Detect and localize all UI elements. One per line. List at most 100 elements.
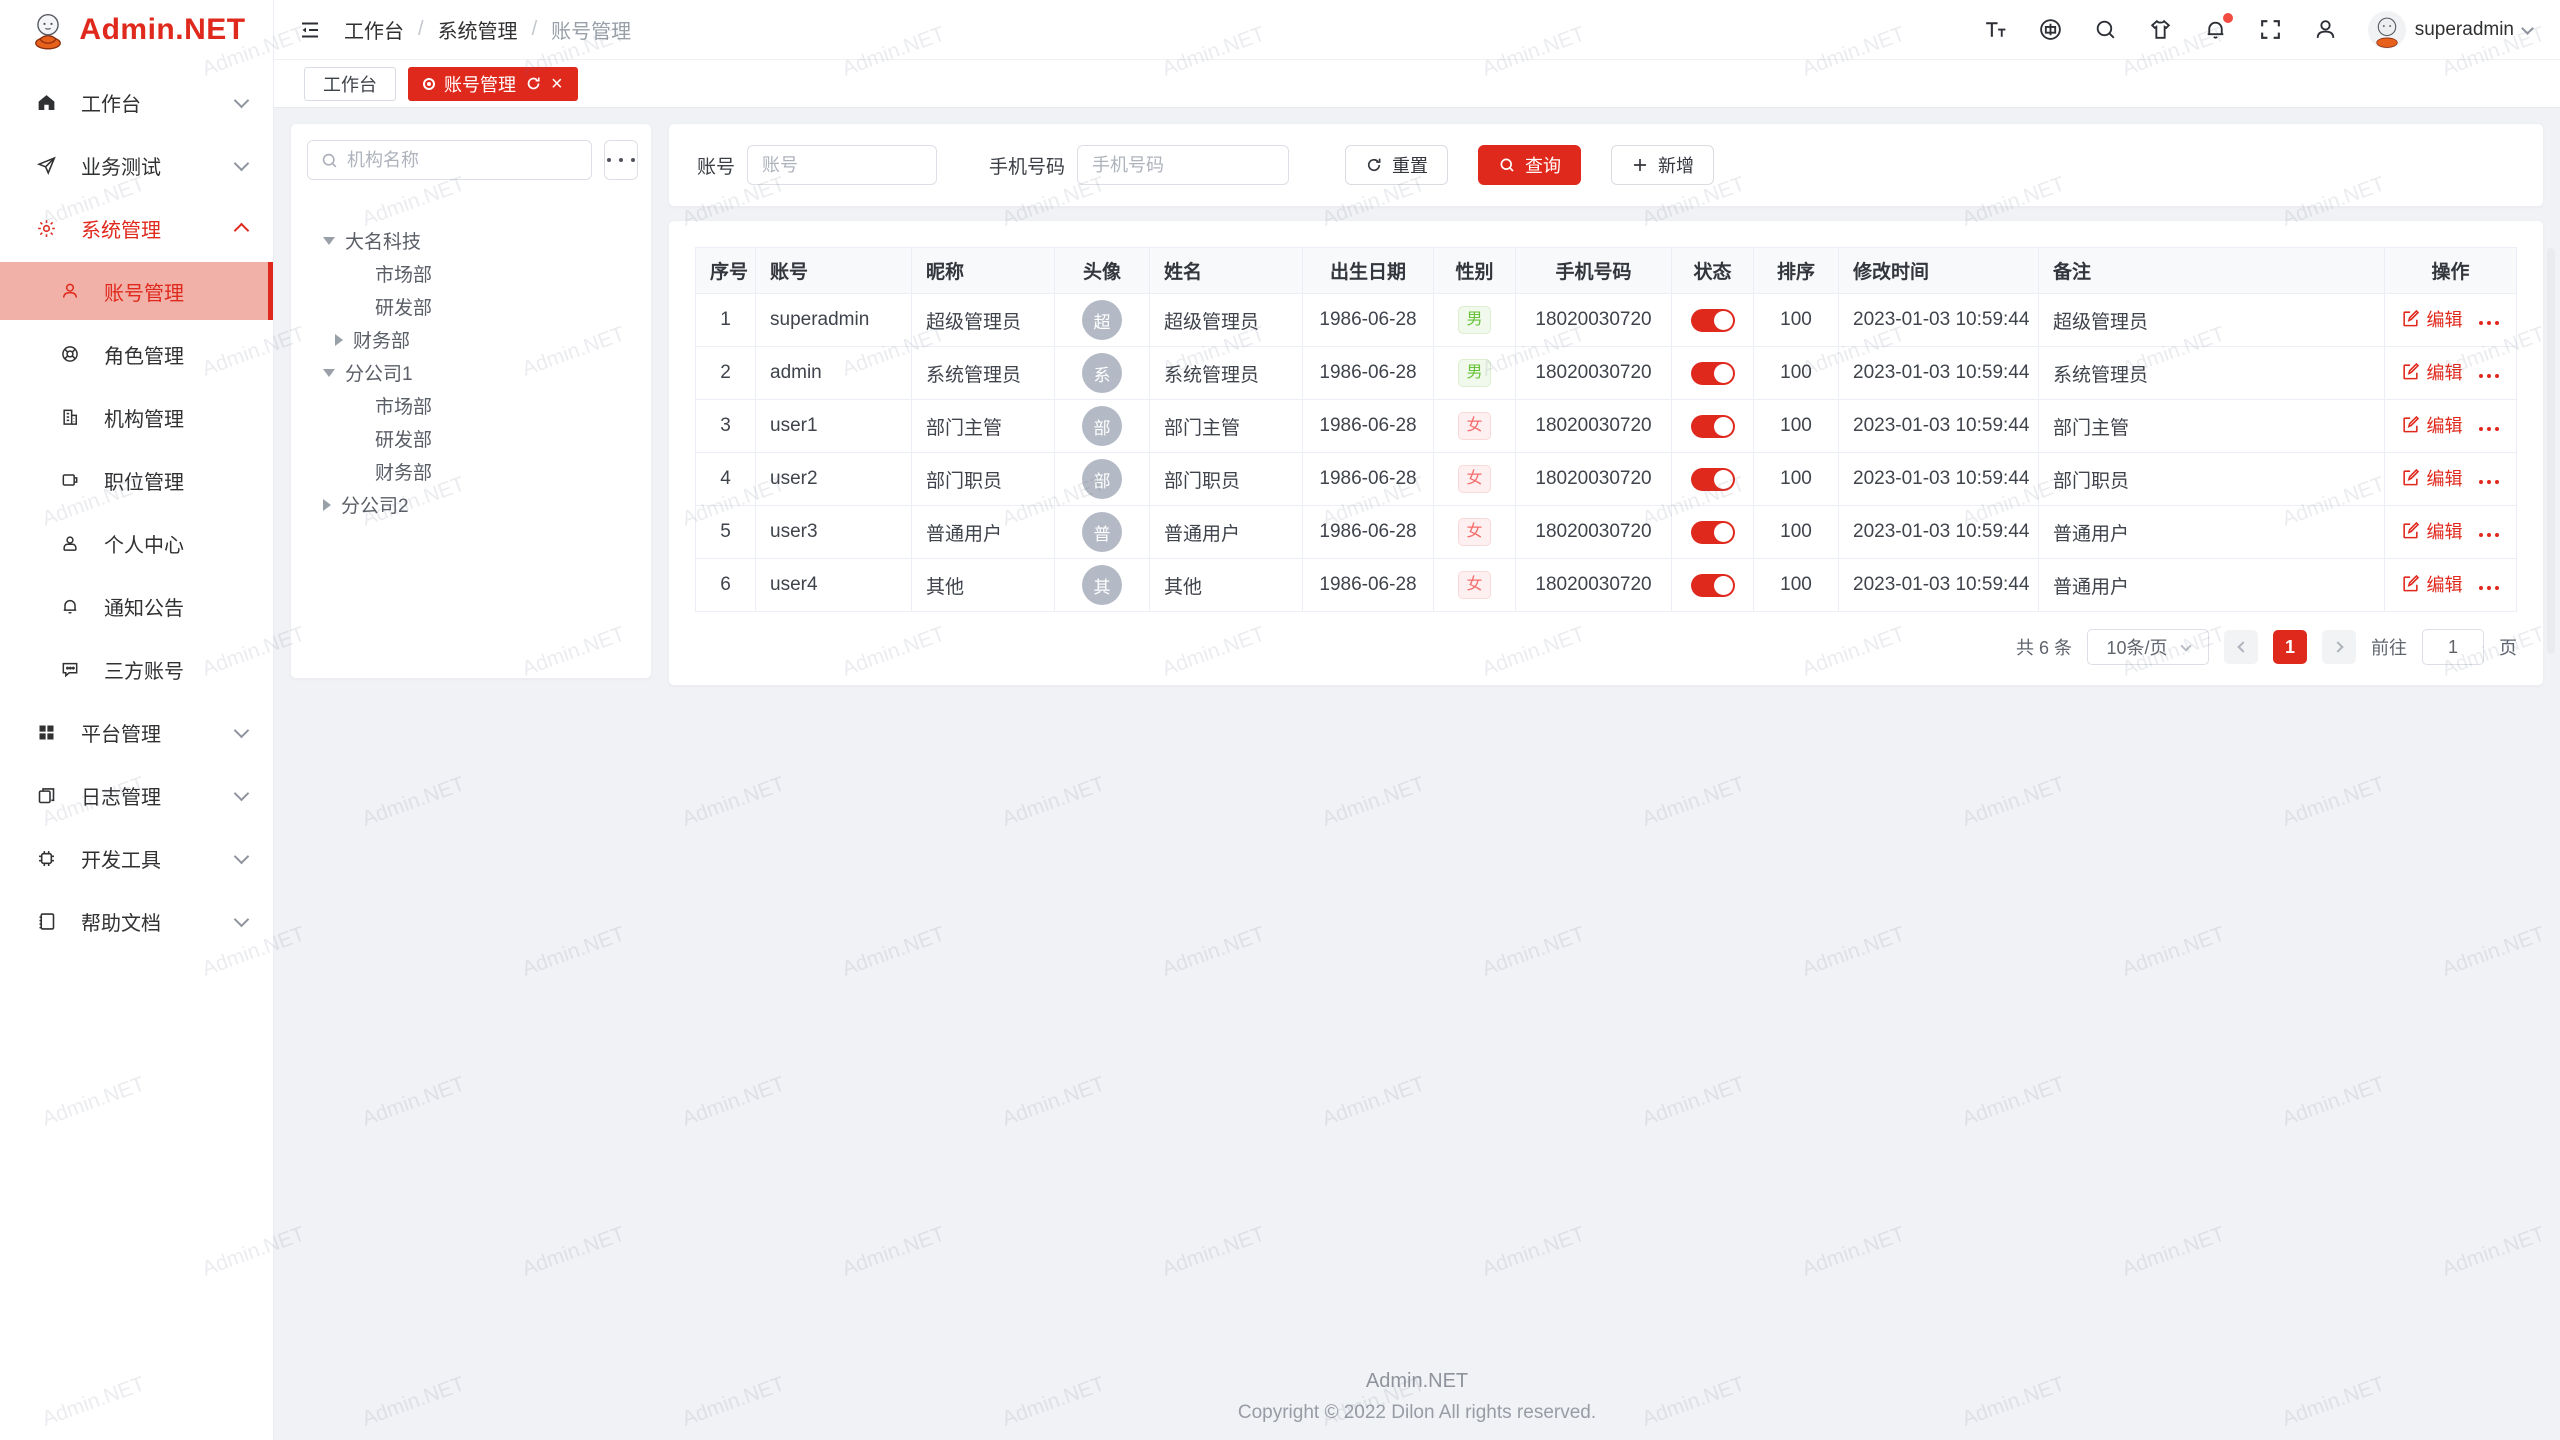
edit-button[interactable]: 编辑 (2401, 465, 2463, 491)
close-icon[interactable]: × (551, 74, 563, 94)
cell-phone: 18020030720 (1516, 347, 1672, 400)
tree-node[interactable]: 财务部 (307, 455, 635, 488)
search-icon[interactable] (2093, 17, 2118, 42)
status-toggle[interactable] (1691, 574, 1735, 597)
prev-page-button[interactable] (2224, 630, 2258, 664)
sidebar-item-label: 个人中心 (104, 529, 247, 558)
brand[interactable]: Admin.NET (0, 0, 273, 60)
more-actions-button[interactable] (2477, 365, 2501, 386)
search-icon (1498, 156, 1516, 174)
footer-brand: Admin.NET (274, 1370, 2560, 1393)
tree-node[interactable]: 市场部 (307, 389, 635, 422)
cell-remark: 普通用户 (2039, 506, 2385, 559)
sidebar-item-system-mgmt[interactable]: 系统管理 (0, 199, 273, 257)
tree-node[interactable]: 分公司2 (307, 488, 635, 521)
org-tree-panel: 大名科技 市场部 研发部 财务部 分公司1 市场部 研发部 财务部 分公司2 (290, 123, 652, 679)
page-size-select[interactable]: 10条/页 (2087, 629, 2209, 665)
more-actions-button[interactable] (2477, 418, 2501, 439)
chevron-down-icon (234, 155, 250, 171)
fullscreen-icon[interactable] (2258, 17, 2283, 42)
table-row: 3user1部门主管部部门主管1986-06-28女18020030720100… (696, 400, 2517, 453)
org-search-box[interactable] (307, 140, 592, 180)
sidebar-item-account-mgmt[interactable]: 账号管理 (0, 262, 273, 320)
tab-account-mgmt[interactable]: 账号管理 × (408, 67, 578, 101)
edit-button[interactable]: 编辑 (2401, 306, 2463, 332)
cell-birthday: 1986-06-28 (1303, 453, 1434, 506)
more-actions-button[interactable] (2477, 471, 2501, 492)
table-row: 6user4其他其其他1986-06-28女180200307201002023… (696, 559, 2517, 612)
sidebar-item-label: 通知公告 (104, 592, 247, 621)
status-toggle[interactable] (1691, 468, 1735, 491)
sidebar-item-position-mgmt[interactable]: 职位管理 (0, 451, 273, 509)
cell-gender: 男 (1434, 294, 1516, 347)
query-button[interactable]: 查询 (1478, 145, 1581, 185)
sidebar-item-platform-mgmt[interactable]: 平台管理 (0, 703, 273, 761)
sidebar-item-workbench[interactable]: 工作台 (0, 73, 273, 131)
sidebar-item-role-mgmt[interactable]: 角色管理 (0, 325, 273, 383)
add-button[interactable]: 新增 (1611, 145, 1714, 185)
status-toggle[interactable] (1691, 521, 1735, 544)
refresh-icon[interactable] (525, 75, 542, 92)
tree-node[interactable]: 研发部 (307, 290, 635, 323)
tree-node-label: 财务部 (375, 458, 432, 485)
gender-badge: 女 (1458, 518, 1490, 546)
status-toggle[interactable] (1691, 309, 1735, 332)
tree-node[interactable]: 市场部 (307, 257, 635, 290)
sidebar-item-org-mgmt[interactable]: 机构管理 (0, 388, 273, 446)
tree-collapse-icon[interactable] (335, 334, 343, 346)
sidebar-item-log-mgmt[interactable]: 日志管理 (0, 766, 273, 824)
gender-badge: 男 (1458, 306, 1490, 334)
cell-nickname: 普通用户 (912, 506, 1055, 559)
sidebar-item-dev-tools[interactable]: 开发工具 (0, 829, 273, 887)
reset-button[interactable]: 重置 (1345, 145, 1448, 185)
table-scrollbar[interactable] (2547, 248, 2555, 654)
sidebar-item-business-test[interactable]: 业务测试 (0, 136, 273, 194)
theme-icon[interactable] (2148, 17, 2173, 42)
sidebar-item-personal-center[interactable]: 个人中心 (0, 514, 273, 572)
status-toggle[interactable] (1691, 415, 1735, 438)
tree-node[interactable]: 分公司1 (307, 356, 635, 389)
cell-avatar: 系 (1055, 347, 1150, 400)
sidebar-item-help-docs[interactable]: 帮助文档 (0, 892, 273, 950)
cell-account: superadmin (756, 294, 912, 347)
cell-modified: 2023-01-03 10:59:44 (1839, 559, 2039, 612)
tab-workbench[interactable]: 工作台 (304, 67, 396, 101)
tree-expand-icon[interactable] (323, 237, 335, 245)
more-actions-button[interactable] (2477, 312, 2501, 333)
tree-node[interactable]: 财务部 (307, 323, 635, 356)
edit-button[interactable]: 编辑 (2401, 359, 2463, 385)
tree-more-button[interactable] (604, 140, 638, 180)
tree-collapse-icon[interactable] (323, 499, 331, 511)
breadcrumb-item[interactable]: 工作台 (344, 15, 404, 44)
more-actions-button[interactable] (2477, 577, 2501, 598)
sidebar-item-label: 机构管理 (104, 403, 247, 432)
collapse-sidebar-icon[interactable] (298, 18, 322, 42)
status-toggle[interactable] (1691, 362, 1735, 385)
goto-label: 前往 (2371, 634, 2407, 660)
profile-icon[interactable] (2313, 17, 2338, 42)
language-icon[interactable] (2038, 17, 2063, 42)
org-search-input[interactable] (347, 150, 579, 171)
more-actions-button[interactable] (2477, 524, 2501, 545)
font-size-icon[interactable] (1983, 17, 2008, 42)
chevron-up-icon (234, 222, 250, 238)
position-badge-icon (60, 470, 80, 490)
column-header: 性别 (1434, 248, 1516, 294)
sidebar-item-third-party-account[interactable]: 三方账号 (0, 640, 273, 698)
sidebar-item-notice[interactable]: 通知公告 (0, 577, 273, 635)
edit-button[interactable]: 编辑 (2401, 571, 2463, 597)
edit-button[interactable]: 编辑 (2401, 518, 2463, 544)
account-input[interactable] (747, 145, 937, 185)
breadcrumb-item[interactable]: 系统管理 (438, 15, 518, 44)
goto-page-input[interactable] (2422, 629, 2484, 665)
page-1-button[interactable]: 1 (2273, 630, 2307, 664)
tree-node[interactable]: 大名科技 (307, 224, 635, 257)
edit-button[interactable]: 编辑 (2401, 412, 2463, 438)
tree-expand-icon[interactable] (323, 369, 335, 377)
notification-bell-icon[interactable] (2203, 17, 2228, 42)
tree-node[interactable]: 研发部 (307, 422, 635, 455)
next-page-button[interactable] (2322, 630, 2356, 664)
phone-input[interactable] (1077, 145, 1289, 185)
cell-status (1672, 294, 1754, 347)
user-menu[interactable]: superadmin (2368, 11, 2532, 49)
